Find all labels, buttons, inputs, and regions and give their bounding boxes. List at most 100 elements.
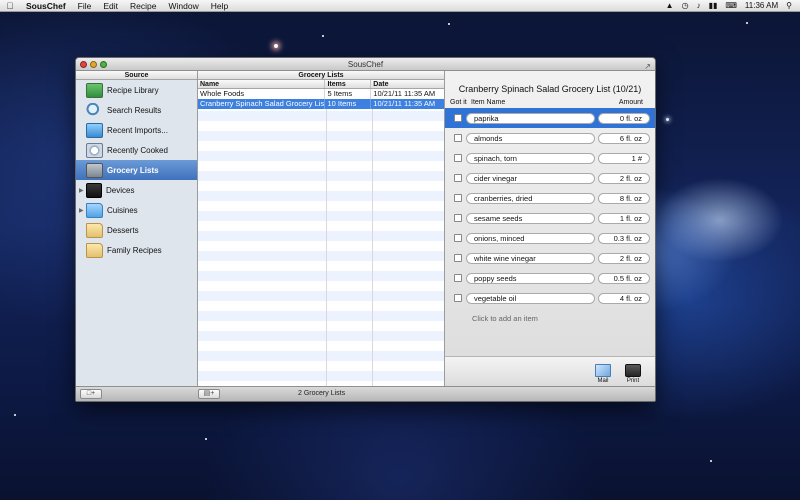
minimize-window-button[interactable] [90, 61, 97, 68]
sidebar-item-label: Devices [106, 185, 135, 195]
menu-help[interactable]: Help [205, 1, 234, 11]
mail-button[interactable]: Mail [591, 364, 615, 384]
column-divider [372, 90, 373, 386]
sidebar-item-desserts[interactable]: Desserts [76, 220, 197, 240]
disclosure-triangle-icon[interactable]: ▶ [79, 207, 84, 214]
sidebar-item-label: Family Recipes [107, 245, 162, 255]
item-name-field[interactable]: paprika [466, 112, 595, 124]
sidebar-item-devices[interactable]: ▶ Devices [76, 180, 197, 200]
item-name-field[interactable]: vegetable oil [466, 292, 595, 304]
item-amount-field[interactable]: 0.3 fl. oz [598, 232, 650, 244]
item-name-field[interactable]: cider vinegar [466, 172, 595, 184]
grocery-item-row[interactable]: cranberries, dried 8 fl. oz [445, 188, 655, 208]
got-it-checkbox[interactable] [454, 294, 462, 302]
item-amount-field[interactable]: 1 # [598, 152, 650, 164]
grocery-item-row[interactable]: white wine vinegar 2 fl. oz [445, 248, 655, 268]
grocery-item-row[interactable]: almonds 6 fl. oz [445, 128, 655, 148]
sidebar-item-recent-imports[interactable]: Recent Imports... [76, 120, 197, 140]
grocery-lists-table: Grocery Lists Name Items Date Whole Food… [198, 71, 445, 386]
table-header-row: Name Items Date [198, 80, 444, 89]
star [666, 118, 669, 121]
source-header: Source [76, 71, 197, 80]
table-row-selected[interactable]: Cranberry Spinach Salad Grocery Lis... 1… [198, 99, 444, 109]
item-name-field[interactable]: white wine vinegar [466, 252, 595, 264]
sidebar-item-label: Search Results [107, 105, 162, 115]
wifi-icon[interactable]: ▲ [666, 1, 674, 10]
grocery-item-row[interactable]: onions, minced 0.3 fl. oz [445, 228, 655, 248]
item-name-field[interactable]: onions, minced [466, 232, 595, 244]
item-amount-field[interactable]: 2 fl. oz [598, 252, 650, 264]
item-amount-field[interactable]: 0 fl. oz [598, 112, 650, 124]
got-it-checkbox[interactable] [454, 134, 462, 142]
window-controls [80, 61, 107, 68]
column-header-date[interactable]: Date [371, 80, 444, 88]
item-amount-field[interactable]: 4 fl. oz [598, 292, 650, 304]
got-it-checkbox[interactable] [454, 154, 462, 162]
item-amount-field[interactable]: 8 fl. oz [598, 192, 650, 204]
sidebar-item-recently-cooked[interactable]: Recently Cooked [76, 140, 197, 160]
item-amount-field[interactable]: 0.5 fl. oz [598, 272, 650, 284]
got-it-checkbox[interactable] [454, 254, 462, 262]
timemachine-icon[interactable]: ◷ [682, 1, 689, 10]
add-grocery-list-button[interactable]: ▤+ [198, 389, 220, 399]
sidebar-item-search-results[interactable]: Search Results [76, 100, 197, 120]
add-folder-button[interactable]: □+ [80, 389, 102, 399]
cell-name: Whole Foods [198, 89, 326, 99]
status-bar: □+ ▤+ 2 Grocery Lists [76, 386, 655, 401]
add-item-hint[interactable]: Click to add an item [445, 314, 655, 323]
disclosure-triangle-icon[interactable]: ▶ [79, 187, 84, 194]
menu-window[interactable]: Window [163, 1, 205, 11]
cell-items: 5 Items [325, 89, 372, 99]
item-amount-field[interactable]: 2 fl. oz [598, 172, 650, 184]
grocery-item-row[interactable]: paprika 0 fl. oz [445, 108, 655, 128]
grocery-item-row[interactable]: spinach, torn 1 # [445, 148, 655, 168]
spotlight-icon[interactable]: ⚲ [786, 1, 792, 10]
grocery-item-row[interactable]: poppy seeds 0.5 fl. oz [445, 268, 655, 288]
sidebar-item-family-recipes[interactable]: Family Recipes [76, 240, 197, 260]
menu-edit[interactable]: Edit [97, 1, 124, 11]
grocery-item-row[interactable]: vegetable oil 4 fl. oz [445, 288, 655, 308]
item-amount-field[interactable]: 6 fl. oz [598, 132, 650, 144]
menu-recipe[interactable]: Recipe [124, 1, 162, 11]
zoom-window-button[interactable] [100, 61, 107, 68]
grocery-item-row[interactable]: sesame seeds 1 fl. oz [445, 208, 655, 228]
item-name-field[interactable]: spinach, torn [466, 152, 595, 164]
title-bar[interactable]: SousChef ↗ [76, 58, 655, 71]
detail-title: Cranberry Spinach Salad Grocery List (10… [458, 84, 642, 94]
got-it-checkbox[interactable] [454, 114, 462, 122]
apple-logo-icon[interactable]:  [0, 1, 20, 11]
column-header-name[interactable]: Name [198, 80, 326, 88]
sidebar-item-label: Cuisines [107, 205, 138, 215]
star [448, 23, 450, 25]
got-it-checkbox[interactable] [454, 194, 462, 202]
column-header-items[interactable]: Items [325, 80, 372, 88]
sidebar-item-recipe-library[interactable]: Recipe Library [76, 80, 197, 100]
menu-clock[interactable]: 11:36 AM [745, 1, 778, 10]
column-divider [326, 90, 327, 386]
menu-app[interactable]: SousChef [20, 1, 72, 11]
grocery-item-row[interactable]: cider vinegar 2 fl. oz [445, 168, 655, 188]
got-it-checkbox[interactable] [454, 274, 462, 282]
item-amount-field[interactable]: 1 fl. oz [598, 212, 650, 224]
item-name-field[interactable]: cranberries, dried [466, 192, 595, 204]
keyboard-icon[interactable]: ⌨ [725, 1, 737, 10]
menu-file[interactable]: File [72, 1, 98, 11]
sidebar-item-cuisines[interactable]: ▶ Cuisines [76, 200, 197, 220]
battery-icon[interactable]: ▮▮ [709, 1, 718, 10]
table-row[interactable]: Whole Foods 5 Items 10/21/11 11:35 AM [198, 89, 444, 99]
item-name-field[interactable]: sesame seeds [466, 212, 595, 224]
close-window-button[interactable] [80, 61, 87, 68]
devices-icon [86, 182, 102, 198]
volume-icon[interactable]: ♪ [697, 1, 701, 10]
star [274, 44, 278, 48]
item-name-field[interactable]: poppy seeds [466, 272, 595, 284]
sidebar-item-grocery-lists[interactable]: Grocery Lists [76, 160, 197, 180]
star [746, 22, 748, 24]
got-it-checkbox[interactable] [454, 214, 462, 222]
detail-toolbar: Mail Print [445, 356, 655, 386]
item-name-field[interactable]: almonds [466, 132, 595, 144]
got-it-checkbox[interactable] [454, 234, 462, 242]
column-header-item-name: Item Name [471, 99, 506, 106]
got-it-checkbox[interactable] [454, 174, 462, 182]
print-button[interactable]: Print [621, 364, 645, 384]
